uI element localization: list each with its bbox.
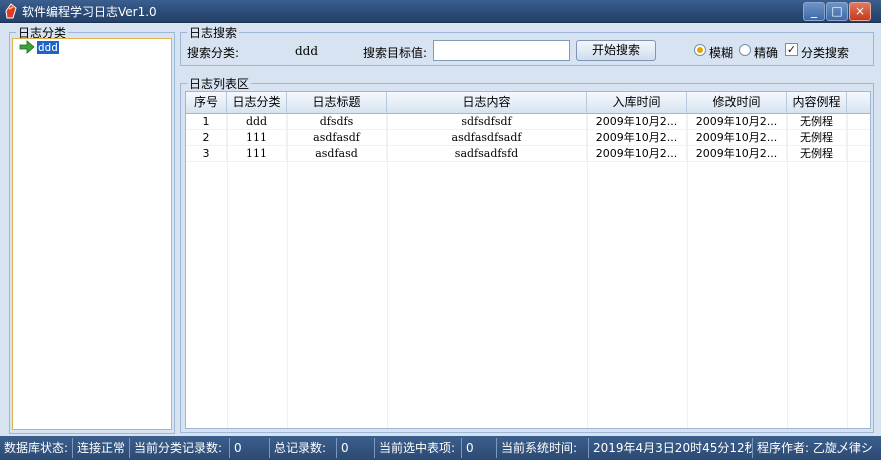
app-icon: [5, 3, 17, 19]
search-category-value: ddd: [295, 44, 319, 58]
cell-created: 2009年10月2...: [587, 114, 687, 130]
list-legend: 日志列表区: [189, 77, 250, 91]
system-time-label: 当前系统时间:: [497, 438, 589, 458]
tree-node-label: ddd: [36, 39, 60, 55]
cell-title: dfsdfs: [287, 114, 387, 130]
cell-index: 3: [186, 146, 227, 162]
total-count-value: 0: [337, 438, 375, 458]
green-arrow-icon: [19, 40, 35, 54]
grid-line: [387, 114, 388, 428]
category-search-checkbox[interactable]: ✓: [785, 43, 798, 56]
cell-created: 2009年10月2...: [587, 130, 687, 146]
fuzzy-radio[interactable]: [694, 44, 706, 56]
cell-created: 2009年10月2...: [587, 146, 687, 162]
system-time-value: 2019年4月3日20时45分12秒: [589, 438, 753, 458]
status-bar: 数据库状态: 连接正常 当前分类记录数: 0 总记录数: 0 当前选中表项: 0…: [0, 436, 881, 460]
col-header-content[interactable]: 日志内容: [387, 92, 587, 114]
col-header-modified[interactable]: 修改时间: [687, 92, 787, 114]
category-count-label: 当前分类记录数:: [130, 438, 230, 458]
cell-modified: 2009年10月2...: [687, 114, 787, 130]
search-target-input[interactable]: [433, 40, 570, 61]
col-header-created[interactable]: 入库时间: [587, 92, 687, 114]
cell-category: 111: [227, 130, 287, 146]
grid-body: 1 ddd dfsdfs sdfsdfsdf 2009年10月2... 2009…: [186, 114, 870, 162]
start-search-button[interactable]: 开始搜索: [576, 40, 656, 61]
grid-header: 序号 日志分类 日志标题 日志内容 入库时间 修改时间 内容例程: [186, 92, 870, 114]
window-title: 软件编程学习日志Ver1.0: [22, 5, 157, 19]
cell-title: asdfasd: [287, 146, 387, 162]
cell-example: 无例程: [787, 114, 847, 130]
col-header-index[interactable]: 序号: [186, 92, 227, 114]
grid-line: [287, 114, 288, 428]
grid-line: [847, 114, 848, 428]
col-header-category[interactable]: 日志分类: [227, 92, 287, 114]
col-header-filler: [847, 92, 870, 114]
cell-modified: 2009年10月2...: [687, 130, 787, 146]
grid-line: [787, 114, 788, 428]
col-header-example[interactable]: 内容例程: [787, 92, 847, 114]
category-search-label: 分类搜索: [801, 46, 850, 60]
db-status-label: 数据库状态:: [0, 438, 73, 458]
cell-index: 1: [186, 114, 227, 130]
cell-modified: 2009年10月2...: [687, 146, 787, 162]
selected-item-label: 当前选中表项:: [375, 438, 462, 458]
minimize-button[interactable]: _: [803, 2, 825, 21]
log-list-grid[interactable]: 序号 日志分类 日志标题 日志内容 入库时间 修改时间 内容例程 1 ddd d…: [185, 91, 871, 429]
fuzzy-label: 模糊: [709, 46, 734, 60]
cell-content: asdfasdfsadf: [387, 130, 587, 146]
exact-label: 精确: [754, 46, 779, 60]
cell-example: 无例程: [787, 130, 847, 146]
table-row[interactable]: 2 111 asdfasdf asdfasdfsadf 2009年10月2...…: [186, 130, 870, 146]
cell-content: sdfsdfsdf: [387, 114, 587, 130]
cell-category: ddd: [227, 114, 287, 130]
search-category-label: 搜索分类:: [187, 46, 240, 60]
cell-content: sadfsadfsfd: [387, 146, 587, 162]
search-target-label: 搜索目标值:: [363, 46, 428, 60]
grid-line: [227, 114, 228, 428]
selected-item-value: 0: [462, 438, 497, 458]
grid-line: [587, 114, 588, 428]
close-button[interactable]: ×: [849, 2, 871, 21]
tree-node-ddd[interactable]: ddd: [19, 39, 60, 55]
table-row[interactable]: 1 ddd dfsdfs sdfsdfsdf 2009年10月2... 2009…: [186, 114, 870, 130]
table-row[interactable]: 3 111 asdfasd sadfsadfsfd 2009年10月2... 2…: [186, 146, 870, 162]
cell-category: 111: [227, 146, 287, 162]
exact-radio[interactable]: [739, 44, 751, 56]
total-count-label: 总记录数:: [270, 438, 337, 458]
search-legend: 日志搜索: [189, 26, 238, 40]
category-count-value: 0: [230, 438, 270, 458]
col-header-title[interactable]: 日志标题: [287, 92, 387, 114]
db-status-value: 连接正常: [73, 438, 130, 458]
cell-index: 2: [186, 130, 227, 146]
category-tree[interactable]: ddd: [12, 38, 172, 430]
cell-title: asdfasdf: [287, 130, 387, 146]
grid-line: [687, 114, 688, 428]
author-label: 程序作者: 乙旋乄律シ: [757, 441, 873, 455]
maximize-button[interactable]: □: [826, 2, 848, 21]
title-bar[interactable]: 软件编程学习日志Ver1.0 _ □ ×: [0, 0, 881, 23]
cell-example: 无例程: [787, 146, 847, 162]
